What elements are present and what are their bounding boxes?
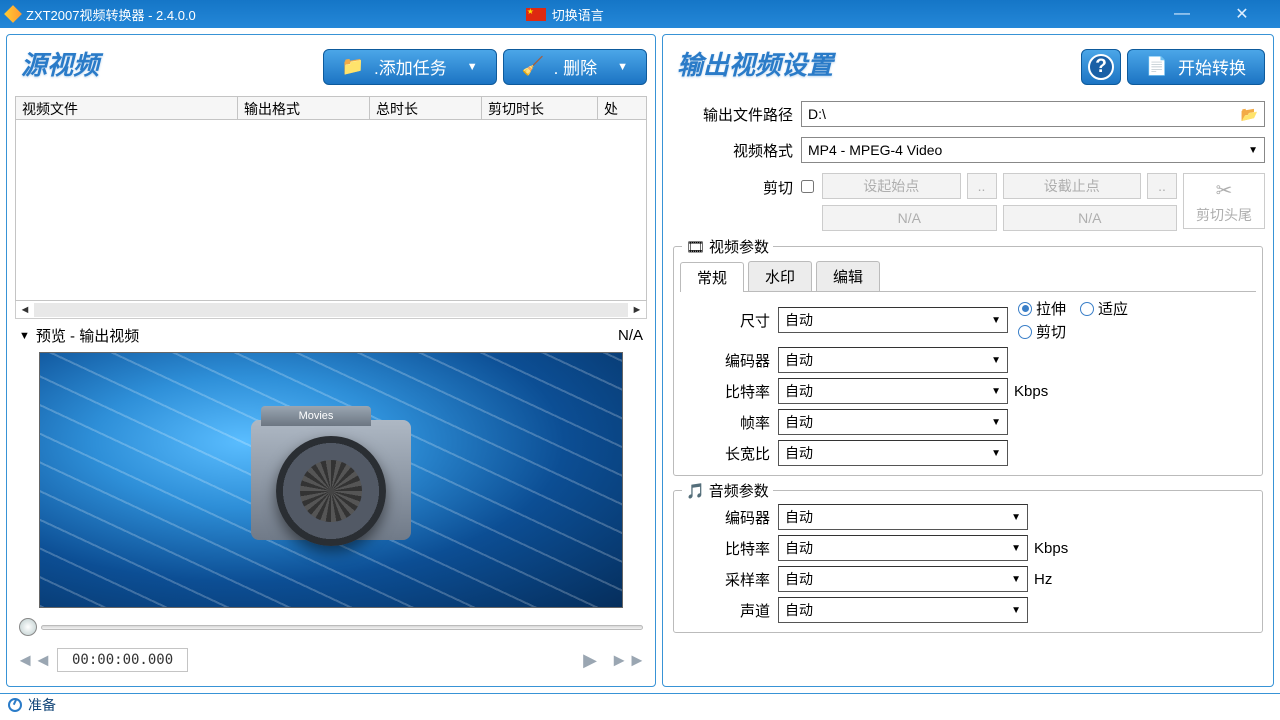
close-button[interactable]: ✕ [1222, 4, 1262, 24]
folder-icon: 📁 [342, 56, 364, 78]
vbitrate-select[interactable]: 自动▼ [778, 378, 1008, 404]
app-title: ZXT2007视频转换器 - 2.4.0.0 [26, 5, 196, 24]
format-select[interactable]: MP4 - MPEG-4 Video ▼ [801, 137, 1265, 163]
collapse-icon[interactable]: ▼ [19, 330, 30, 342]
vencoder-label: 编码器 [680, 350, 778, 371]
cut-checkbox[interactable] [801, 180, 814, 193]
audio-params-fieldset: 🎵音频参数 编码器自动▼ 比特率自动▼Kbps 采样率自动▼Hz 声道自动▼ [673, 490, 1263, 633]
status-icon [8, 698, 22, 712]
delete-button[interactable]: 🧹 . 删除 ▼ [503, 49, 647, 85]
sample-select[interactable]: 自动▼ [778, 566, 1028, 592]
set-start-button: 设起始点 [822, 173, 961, 199]
col-process: 处 [598, 97, 646, 119]
start-time-display: N/A [822, 205, 997, 231]
abitrate-label: 比特率 [680, 538, 778, 559]
add-task-label: .添加任务 [374, 54, 447, 79]
film-icon: 🎞 [686, 238, 705, 256]
add-task-button[interactable]: 📁 .添加任务 ▼ [323, 49, 497, 85]
status-text: 准备 [28, 695, 56, 715]
output-title: 输出视频设置 [671, 43, 839, 90]
unit-kbps2: Kbps [1028, 540, 1076, 557]
lang-switch[interactable]: 切换语言 [552, 5, 604, 24]
channel-label: 声道 [680, 600, 778, 621]
titlebar: ZXT2007视频转换器 - 2.4.0.0 切换语言 — ✕ [0, 0, 1280, 28]
audio-params-label: 音频参数 [709, 480, 769, 501]
scroll-right-icon[interactable]: ► [628, 302, 646, 318]
radio-fit[interactable]: 适应 [1080, 298, 1128, 319]
unit-kbps: Kbps [1008, 383, 1056, 400]
start-label: 开始转换 [1178, 54, 1246, 79]
col-duration: 总时长 [370, 97, 482, 119]
hscrollbar[interactable]: ◄ ► [15, 301, 647, 319]
abitrate-select[interactable]: 自动▼ [778, 535, 1028, 561]
col-cut: 剪切时长 [482, 97, 598, 119]
end-time-display: N/A [1003, 205, 1178, 231]
size-label: 尺寸 [680, 310, 778, 331]
scroll-left-icon[interactable]: ◄ [16, 302, 34, 318]
start-convert-button[interactable]: 📄 开始转换 [1127, 49, 1265, 85]
aspect-label: 长宽比 [680, 443, 778, 464]
aencoder-label: 编码器 [680, 507, 778, 528]
minimize-button[interactable]: — [1162, 4, 1202, 24]
broom-icon: 🧹 [522, 56, 544, 78]
scissors-icon: ✂ [1216, 178, 1233, 203]
col-format: 输出格式 [238, 97, 370, 119]
slider-thumb[interactable] [19, 618, 37, 636]
unit-hz: Hz [1028, 571, 1076, 588]
prev-button[interactable]: ◄◄ [19, 648, 49, 672]
out-path-label: 输出文件路径 [671, 104, 801, 125]
timecode: 00:00:00.000 [57, 648, 188, 672]
sample-label: 采样率 [680, 569, 778, 590]
radio-crop[interactable]: 剪切 [1018, 321, 1128, 342]
aspect-select[interactable]: 自动▼ [778, 440, 1008, 466]
convert-icon: 📄 [1146, 56, 1168, 78]
help-button[interactable]: ? [1081, 49, 1121, 85]
video-params-fieldset: 🎞视频参数 常规 水印 编辑 尺寸 自动▼ 拉伸 适应 剪切 编码器自动▼ 比特… [673, 246, 1263, 476]
video-params-label: 视频参数 [709, 236, 769, 257]
cut-label: 剪切 [671, 173, 801, 198]
seek-slider[interactable] [19, 618, 643, 636]
chevron-down-icon: ▼ [1248, 145, 1258, 156]
output-panel: 输出视频设置 ? 📄 开始转换 输出文件路径 D:\ 📂 视频格式 MP4 - … [662, 34, 1274, 687]
source-panel: 源视频 📁 .添加任务 ▼ 🧹 . 删除 ▼ 视频文件 输出格式 总时长 剪切时… [6, 34, 656, 687]
help-icon: ? [1088, 54, 1114, 80]
channel-select[interactable]: 自动▼ [778, 597, 1028, 623]
col-file: 视频文件 [16, 97, 238, 119]
start-dot-button: .. [967, 173, 997, 199]
source-title: 源视频 [15, 43, 105, 90]
format-label: 视频格式 [671, 140, 801, 161]
fps-select[interactable]: 自动▼ [778, 409, 1008, 435]
preview-na: N/A [618, 327, 643, 344]
next-button[interactable]: ►► [613, 648, 643, 672]
tab-watermark[interactable]: 水印 [748, 261, 812, 291]
movie-reel-icon [251, 420, 411, 540]
vencoder-select[interactable]: 自动▼ [778, 347, 1008, 373]
play-button[interactable]: ▶ [575, 648, 605, 672]
tab-general[interactable]: 常规 [680, 262, 744, 292]
chevron-down-icon: ▼ [617, 61, 628, 73]
out-path-input[interactable]: D:\ 📂 [801, 101, 1265, 127]
statusbar: 准备 [0, 693, 1280, 715]
end-dot-button: .. [1147, 173, 1177, 199]
browse-folder-icon[interactable]: 📂 [1241, 106, 1258, 123]
table-header: 视频文件 输出格式 总时长 剪切时长 处 [15, 96, 647, 120]
chevron-down-icon: ▼ [467, 61, 478, 73]
cut-head-tail-button: ✂ 剪切头尾 [1183, 173, 1265, 229]
vbitrate-label: 比特率 [680, 381, 778, 402]
preview-label: 预览 - 输出视频 [36, 325, 139, 346]
fps-label: 帧率 [680, 412, 778, 433]
preview-area [39, 352, 623, 608]
radio-stretch[interactable]: 拉伸 [1018, 298, 1066, 319]
delete-label: . 删除 [554, 54, 597, 79]
size-select[interactable]: 自动▼ [778, 307, 1008, 333]
aencoder-select[interactable]: 自动▼ [778, 504, 1028, 530]
table-body[interactable] [15, 120, 647, 301]
tab-edit[interactable]: 编辑 [816, 261, 880, 291]
flag-icon [526, 8, 546, 21]
note-icon: 🎵 [686, 482, 705, 500]
set-end-button: 设截止点 [1003, 173, 1142, 199]
app-icon [4, 5, 22, 23]
